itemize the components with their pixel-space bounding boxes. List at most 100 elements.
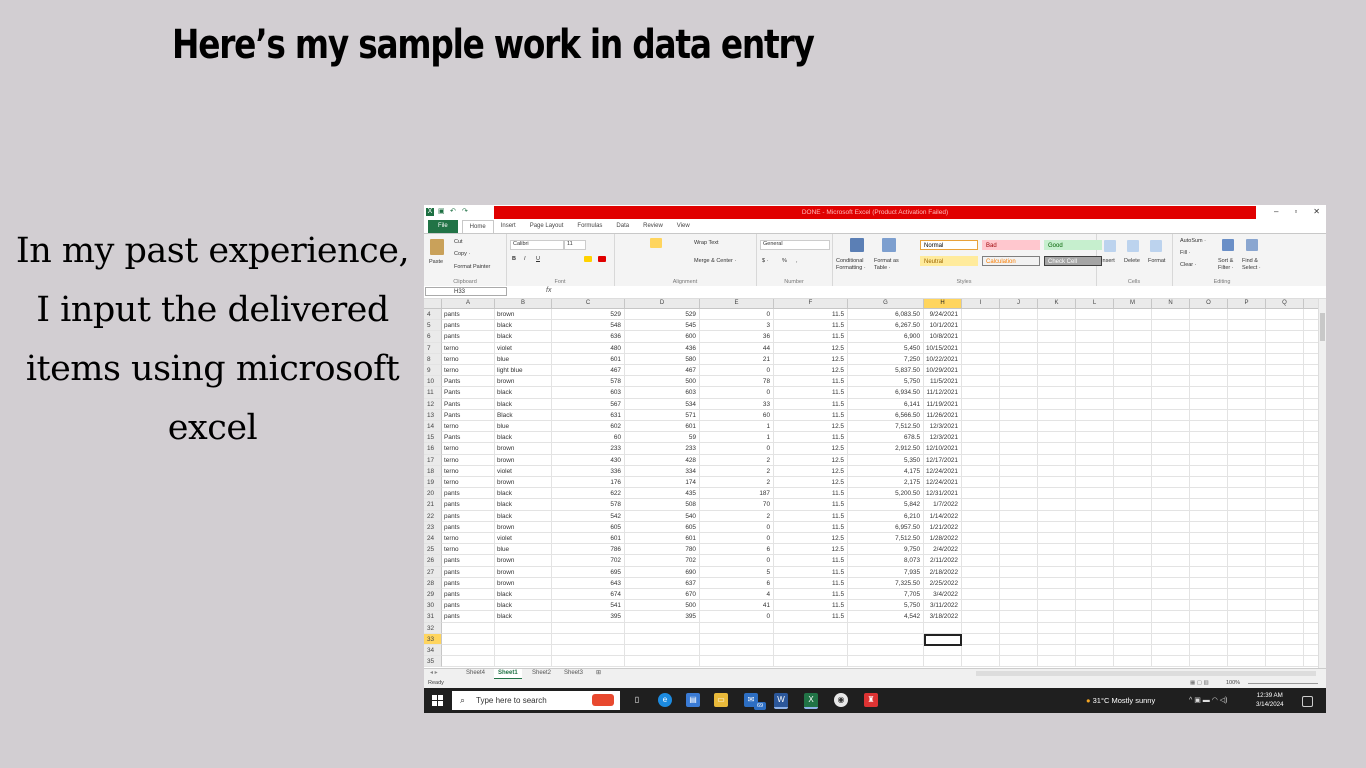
row-number[interactable]: 18: [424, 465, 442, 477]
empty-cell[interactable]: [1038, 656, 1076, 668]
table-cell[interactable]: pants: [442, 320, 495, 332]
empty-cell[interactable]: [1000, 488, 1038, 500]
empty-cell[interactable]: [1228, 342, 1266, 354]
empty-cell[interactable]: [1190, 555, 1228, 567]
table-cell[interactable]: 10/8/2021: [924, 331, 962, 343]
format-as-table-button[interactable]: Format as Table ·: [874, 258, 904, 272]
empty-cell[interactable]: [1000, 533, 1038, 545]
empty-cell[interactable]: [1076, 387, 1114, 399]
table-cell[interactable]: 7,250: [848, 353, 924, 365]
empty-cell[interactable]: [1076, 398, 1114, 410]
empty-cell[interactable]: [962, 309, 1000, 321]
weather-widget[interactable]: ● 31°C Mostly sunny: [1086, 688, 1155, 713]
tab-formulas[interactable]: Formulas: [570, 220, 609, 233]
column-header[interactable]: A: [442, 299, 495, 308]
table-cell[interactable]: [774, 656, 848, 668]
empty-cell[interactable]: [1114, 521, 1152, 533]
empty-cell[interactable]: [1114, 376, 1152, 388]
table-cell[interactable]: [700, 622, 774, 634]
table-cell[interactable]: Pants: [442, 387, 495, 399]
empty-cell[interactable]: [1038, 331, 1076, 343]
empty-cell[interactable]: [1152, 421, 1190, 433]
empty-cell[interactable]: [1038, 309, 1076, 321]
insert-button[interactable]: Insert: [1101, 258, 1115, 264]
table-cell[interactable]: 7,512.50: [848, 533, 924, 545]
empty-cell[interactable]: [1228, 454, 1266, 466]
empty-cell[interactable]: [1114, 622, 1152, 634]
table-cell[interactable]: 7,705: [848, 589, 924, 601]
empty-cell[interactable]: [1266, 432, 1304, 444]
table-cell[interactable]: 578: [552, 376, 625, 388]
empty-cell[interactable]: [1228, 600, 1266, 612]
empty-cell[interactable]: [1000, 555, 1038, 567]
column-header[interactable]: P: [1228, 299, 1266, 308]
table-cell[interactable]: 1/14/2022: [924, 510, 962, 522]
table-cell[interactable]: terno: [442, 421, 495, 433]
empty-cell[interactable]: [1114, 577, 1152, 589]
sheet-tab[interactable]: Sheet4: [462, 669, 489, 678]
table-cell[interactable]: 12/3/2021: [924, 421, 962, 433]
empty-cell[interactable]: [1228, 645, 1266, 657]
table-cell[interactable]: 11/19/2021: [924, 398, 962, 410]
empty-cell[interactable]: [1228, 443, 1266, 455]
notification-icon[interactable]: [1302, 696, 1313, 707]
empty-cell[interactable]: [1038, 555, 1076, 567]
table-cell[interactable]: terno: [442, 544, 495, 556]
table-cell[interactable]: [495, 645, 552, 657]
empty-cell[interactable]: [1152, 622, 1190, 634]
table-cell[interactable]: 670: [625, 589, 700, 601]
zoom-level[interactable]: 100%: [1226, 679, 1240, 688]
table-cell[interactable]: pants: [442, 510, 495, 522]
table-cell[interactable]: 6,267.50: [848, 320, 924, 332]
empty-cell[interactable]: [1038, 589, 1076, 601]
empty-cell[interactable]: [1076, 544, 1114, 556]
empty-cell[interactable]: [1152, 499, 1190, 511]
task-view-icon[interactable]: ▯: [630, 693, 644, 707]
empty-cell[interactable]: [1000, 320, 1038, 332]
table-cell[interactable]: 601: [625, 533, 700, 545]
tab-data[interactable]: Data: [609, 220, 636, 233]
table-cell[interactable]: terno: [442, 443, 495, 455]
row-number[interactable]: 17: [424, 454, 442, 466]
table-cell[interactable]: light blue: [495, 365, 552, 377]
table-cell[interactable]: 567: [552, 398, 625, 410]
table-cell[interactable]: 0: [700, 555, 774, 567]
table-cell[interactable]: brown: [495, 454, 552, 466]
empty-cell[interactable]: [1228, 521, 1266, 533]
table-cell[interactable]: 7,935: [848, 566, 924, 578]
empty-cell[interactable]: [1076, 320, 1114, 332]
empty-cell[interactable]: [1076, 510, 1114, 522]
table-cell[interactable]: 1: [700, 421, 774, 433]
empty-cell[interactable]: [1076, 622, 1114, 634]
table-cell[interactable]: [495, 633, 552, 645]
empty-cell[interactable]: [1076, 555, 1114, 567]
table-cell[interactable]: 10/29/2021: [924, 365, 962, 377]
empty-cell[interactable]: [1266, 365, 1304, 377]
row-number[interactable]: 22: [424, 510, 442, 522]
empty-cell[interactable]: [962, 645, 1000, 657]
row-number[interactable]: 5: [424, 320, 442, 332]
empty-cell[interactable]: [1038, 365, 1076, 377]
table-cell[interactable]: blue: [495, 353, 552, 365]
table-cell[interactable]: blue: [495, 544, 552, 556]
row-number[interactable]: 8: [424, 353, 442, 365]
empty-cell[interactable]: [1228, 499, 1266, 511]
empty-cell[interactable]: [1038, 320, 1076, 332]
table-cell[interactable]: Pants: [442, 409, 495, 421]
table-cell[interactable]: 2: [700, 454, 774, 466]
table-cell[interactable]: 2: [700, 477, 774, 489]
table-cell[interactable]: black: [495, 589, 552, 601]
table-cell[interactable]: 603: [625, 387, 700, 399]
table-cell[interactable]: 59: [625, 432, 700, 444]
row-number[interactable]: 11: [424, 387, 442, 399]
empty-cell[interactable]: [962, 365, 1000, 377]
empty-cell[interactable]: [1114, 432, 1152, 444]
table-cell[interactable]: 12.5: [774, 544, 848, 556]
format-painter-button[interactable]: Format Painter: [454, 264, 490, 270]
empty-cell[interactable]: [1266, 465, 1304, 477]
table-cell[interactable]: 5,750: [848, 376, 924, 388]
table-cell[interactable]: 500: [625, 600, 700, 612]
cell-style-option[interactable]: Calculation: [982, 256, 1040, 266]
row-number[interactable]: 24: [424, 533, 442, 545]
empty-cell[interactable]: [1152, 342, 1190, 354]
